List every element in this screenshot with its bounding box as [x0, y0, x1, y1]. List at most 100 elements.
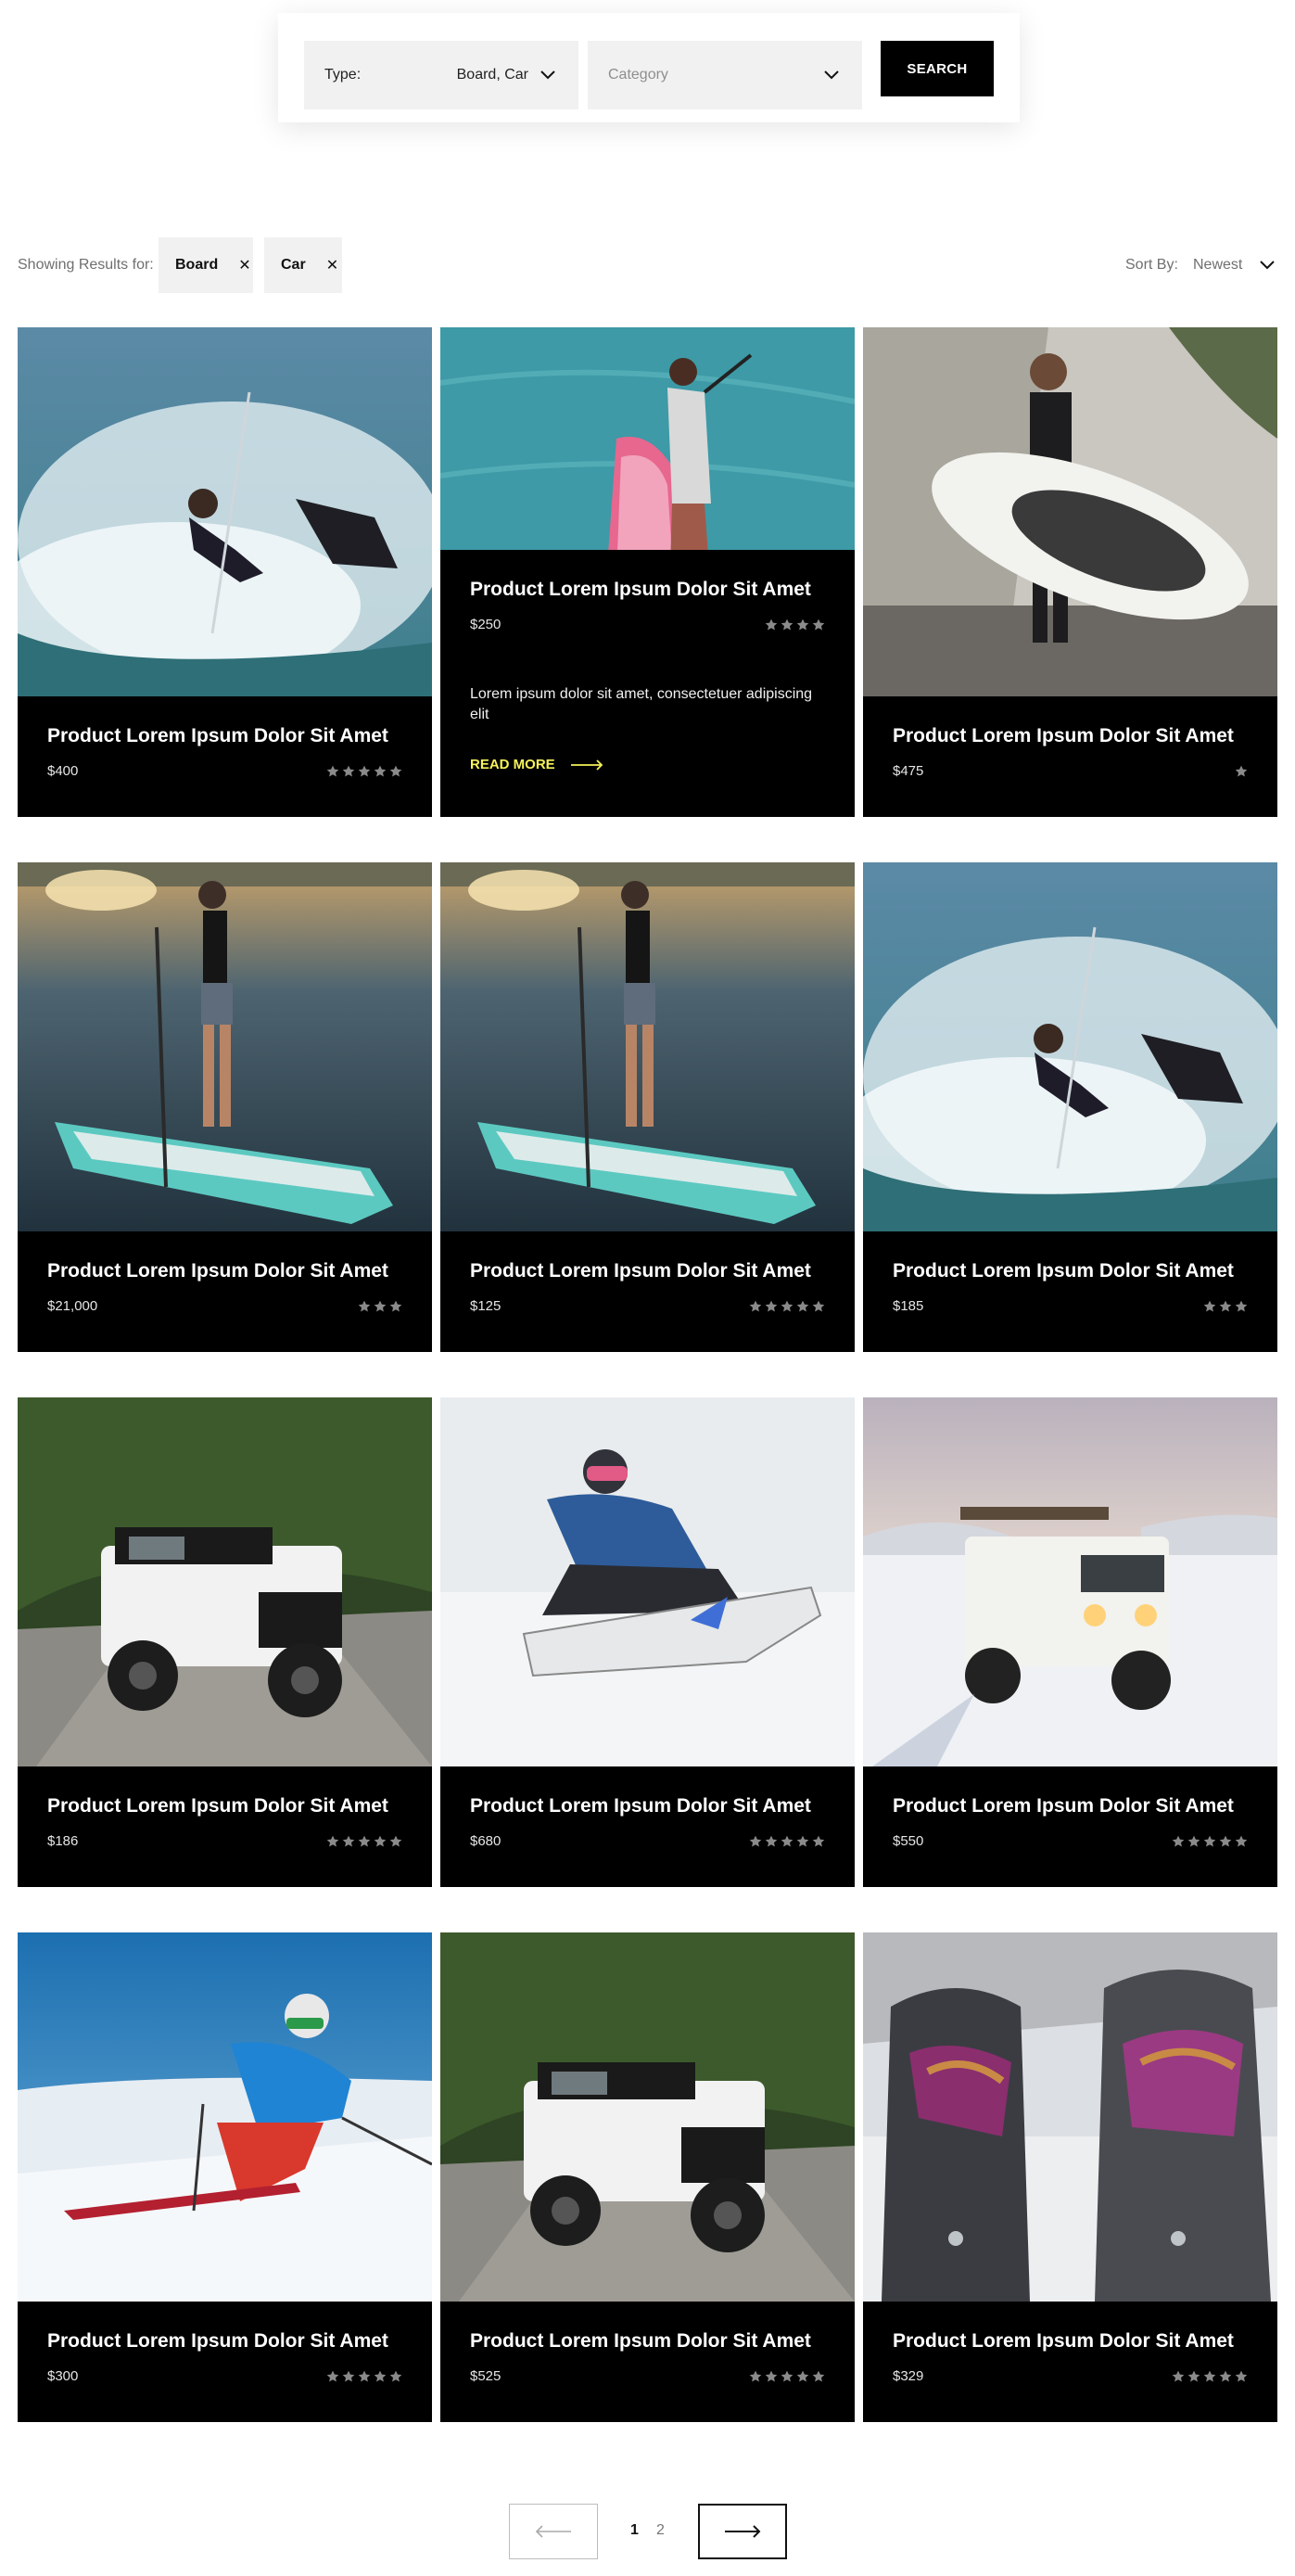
star-icon	[781, 2370, 794, 2381]
star-icon	[326, 1835, 339, 1846]
star-icon	[765, 1300, 778, 1311]
product-card[interactable]: Product Lorem Ipsum Dolor Sit Amet $475	[863, 327, 1277, 817]
page-1-link[interactable]: 1	[630, 2522, 639, 2539]
read-more-label: READ MORE	[470, 757, 555, 772]
category-placeholder: Category	[608, 67, 668, 83]
filter-chip-car[interactable]: Car ✕	[264, 237, 342, 293]
product-card[interactable]: Product Lorem Ipsum Dolor Sit Amet $186	[18, 1397, 432, 1887]
product-image[interactable]	[863, 327, 1277, 696]
product-title[interactable]: Product Lorem Ipsum Dolor Sit Amet	[470, 2329, 825, 2353]
star-rating	[1203, 1300, 1248, 1313]
product-image[interactable]	[440, 327, 855, 550]
star-icon	[765, 1835, 778, 1846]
star-rating	[326, 765, 402, 778]
star-icon	[1235, 2370, 1248, 2381]
star-icon	[1219, 2370, 1232, 2381]
pagination: 1 2	[509, 2504, 789, 2559]
product-title[interactable]: Product Lorem Ipsum Dolor Sit Amet	[470, 1259, 825, 1283]
filter-chip-label: Car	[281, 257, 306, 273]
product-title[interactable]: Product Lorem Ipsum Dolor Sit Amet	[47, 2329, 402, 2353]
product-card[interactable]: Product Lorem Ipsum Dolor Sit Amet $550	[863, 1397, 1277, 1887]
product-image[interactable]	[440, 1397, 855, 1766]
star-rating	[765, 618, 825, 631]
product-price: $680	[470, 1833, 501, 1849]
star-icon	[1172, 1835, 1185, 1846]
star-icon	[326, 2370, 339, 2381]
results-label: Showing Results for:	[18, 257, 154, 273]
prev-page-button[interactable]	[509, 2504, 598, 2559]
product-meta-row: $680	[470, 1833, 825, 1849]
product-image[interactable]	[18, 1397, 432, 1766]
page-2-link[interactable]: 2	[656, 2522, 665, 2539]
product-title[interactable]: Product Lorem Ipsum Dolor Sit Amet	[893, 724, 1248, 748]
product-image[interactable]	[863, 1932, 1277, 2302]
product-image[interactable]	[440, 1932, 855, 2302]
product-card[interactable]: Product Lorem Ipsum Dolor Sit Amet $400	[18, 327, 432, 817]
star-icon	[812, 1300, 825, 1311]
read-more-link[interactable]: READ MORE	[470, 757, 825, 772]
product-price: $186	[47, 1833, 79, 1849]
star-icon	[1187, 2370, 1200, 2381]
product-info: Product Lorem Ipsum Dolor Sit Amet $550	[863, 1766, 1277, 1887]
sort-label: Sort By:	[1125, 257, 1178, 273]
product-price: $329	[893, 2368, 924, 2384]
search-panel: Type: Board, Car Category SEARCH	[278, 13, 1020, 122]
star-icon	[812, 618, 825, 630]
product-price: $185	[893, 1298, 924, 1314]
search-button[interactable]: SEARCH	[881, 41, 994, 96]
sort-select[interactable]: Newest	[1193, 250, 1277, 280]
arrow-right-icon	[570, 759, 603, 771]
product-image[interactable]	[440, 862, 855, 1231]
product-image[interactable]	[863, 1397, 1277, 1766]
product-title[interactable]: Product Lorem Ipsum Dolor Sit Amet	[470, 578, 825, 602]
product-title[interactable]: Product Lorem Ipsum Dolor Sit Amet	[893, 1794, 1248, 1818]
category-select[interactable]: Category	[588, 41, 862, 109]
product-meta-row: $525	[470, 2368, 825, 2384]
type-select[interactable]: Type: Board, Car	[304, 41, 578, 109]
next-page-button[interactable]	[698, 2504, 787, 2559]
product-image[interactable]	[863, 862, 1277, 1231]
product-info: Product Lorem Ipsum Dolor Sit Amet $329	[863, 2302, 1277, 2422]
product-title[interactable]: Product Lorem Ipsum Dolor Sit Amet	[893, 1259, 1248, 1283]
product-info: Product Lorem Ipsum Dolor Sit Amet $525	[440, 2302, 855, 2422]
product-card[interactable]: Product Lorem Ipsum Dolor Sit Amet $21,00…	[18, 862, 432, 1352]
star-rating	[749, 1300, 825, 1313]
star-icon	[812, 1835, 825, 1846]
star-icon	[342, 2370, 355, 2381]
chevron-down-icon	[824, 70, 839, 80]
product-meta-row: $400	[47, 763, 402, 779]
arrow-right-icon	[725, 2525, 761, 2538]
star-icon	[796, 618, 809, 630]
star-icon	[812, 2370, 825, 2381]
close-icon[interactable]: ✕	[326, 256, 338, 274]
product-title[interactable]: Product Lorem Ipsum Dolor Sit Amet	[47, 1794, 402, 1818]
star-icon	[765, 2370, 778, 2381]
product-image[interactable]	[18, 327, 432, 696]
product-info: Product Lorem Ipsum Dolor Sit Amet $680	[440, 1766, 855, 1887]
product-title[interactable]: Product Lorem Ipsum Dolor Sit Amet	[470, 1794, 825, 1818]
star-icon	[781, 1835, 794, 1846]
product-title[interactable]: Product Lorem Ipsum Dolor Sit Amet	[47, 1259, 402, 1283]
product-meta-row: $186	[47, 1833, 402, 1849]
product-card[interactable]: Product Lorem Ipsum Dolor Sit Amet $300	[18, 1932, 432, 2422]
product-card[interactable]: Product Lorem Ipsum Dolor Sit Amet $250 Lo…	[440, 327, 855, 817]
star-rating	[1172, 1835, 1248, 1848]
product-info: Product Lorem Ipsum Dolor Sit Amet $21,00…	[18, 1231, 432, 1352]
product-info: Product Lorem Ipsum Dolor Sit Amet $400	[18, 696, 432, 817]
filter-chip-board[interactable]: Board ✕	[159, 237, 253, 293]
product-card[interactable]: Product Lorem Ipsum Dolor Sit Amet $185	[863, 862, 1277, 1352]
product-title[interactable]: Product Lorem Ipsum Dolor Sit Amet	[47, 724, 402, 748]
close-icon[interactable]: ✕	[238, 256, 250, 274]
product-card[interactable]: Product Lorem Ipsum Dolor Sit Amet $525	[440, 1932, 855, 2422]
product-card[interactable]: Product Lorem Ipsum Dolor Sit Amet $329	[863, 1932, 1277, 2422]
product-price: $475	[893, 763, 924, 779]
product-meta-row: $329	[893, 2368, 1248, 2384]
product-title[interactable]: Product Lorem Ipsum Dolor Sit Amet	[893, 2329, 1248, 2353]
star-icon	[342, 1835, 355, 1846]
product-image[interactable]	[18, 1932, 432, 2302]
product-card[interactable]: Product Lorem Ipsum Dolor Sit Amet $125	[440, 862, 855, 1352]
star-icon	[374, 1300, 387, 1311]
product-image[interactable]	[18, 862, 432, 1231]
star-icon	[796, 1300, 809, 1311]
product-card[interactable]: Product Lorem Ipsum Dolor Sit Amet $680	[440, 1397, 855, 1887]
